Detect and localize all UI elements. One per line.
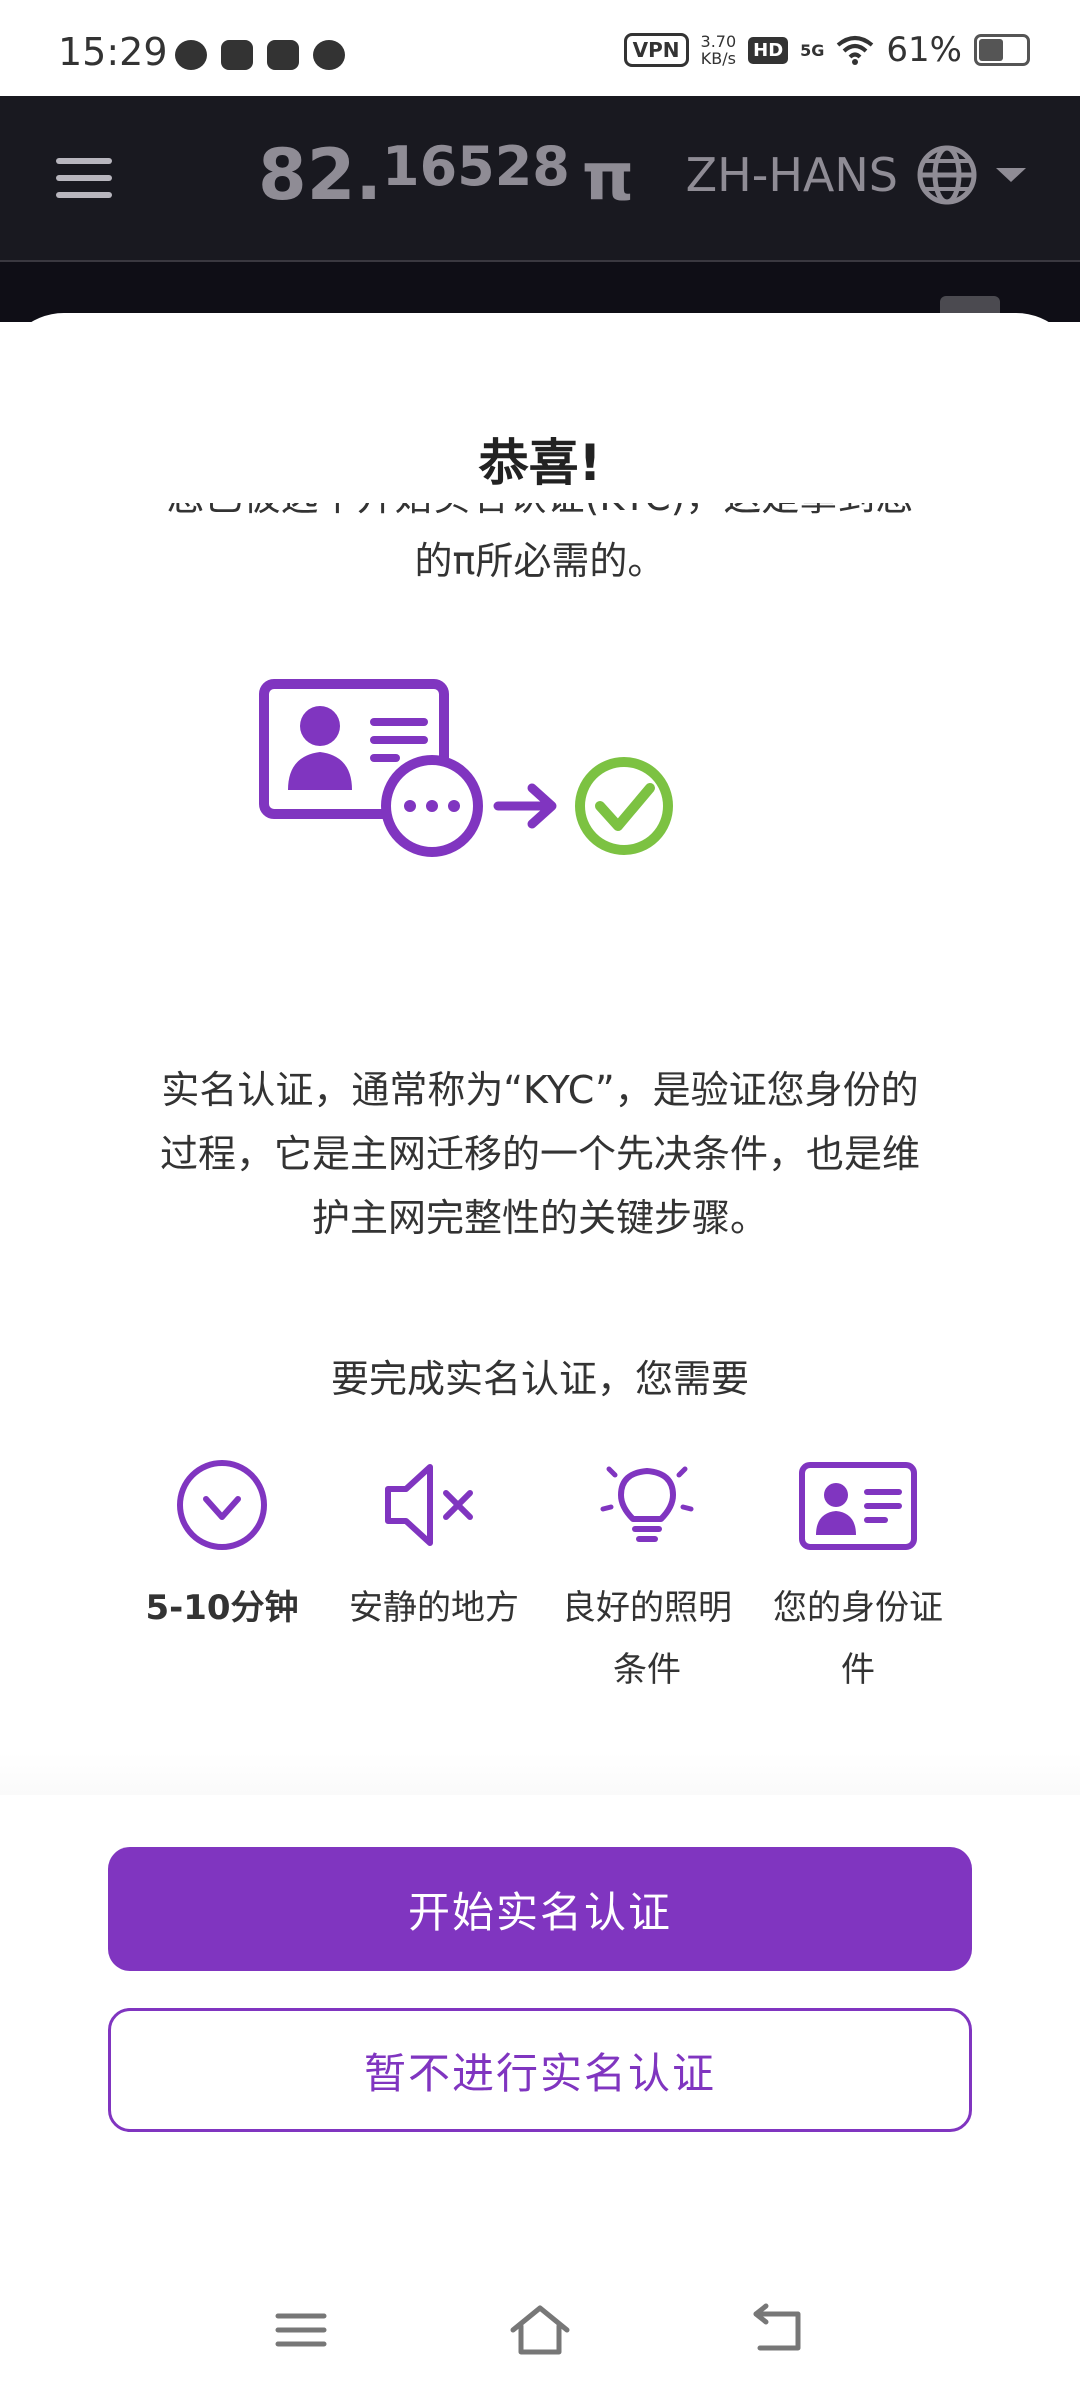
vpn-badge: VPN (623, 33, 689, 67)
status-time: 15:29 (58, 30, 168, 74)
requirement-label: 5-10分钟 (145, 1588, 299, 1628)
home-icon[interactable] (505, 2300, 575, 2360)
signal-icon: 5G (800, 40, 825, 60)
pi-balance: 82.16528 π (258, 134, 635, 216)
battery-percent: 61% (886, 30, 962, 70)
wifi-icon (837, 36, 874, 65)
notification-icons (175, 40, 345, 70)
kyc-illustration (259, 679, 673, 857)
chevron-down-icon (996, 168, 1026, 182)
network-speed: 3.70 KB/s (700, 32, 737, 68)
tiktok-icon (267, 40, 299, 70)
recents-icon[interactable] (266, 2300, 336, 2360)
language-selector[interactable]: ZH-HANS (686, 144, 1026, 206)
hd-badge: HD (748, 36, 789, 64)
pi-symbol: π (581, 138, 635, 215)
back-icon[interactable] (744, 2300, 814, 2360)
message-icon (313, 40, 345, 70)
kyc-description: 实名认证，通常称为“KYC”，是验证您身份的过程，它是主网迁移的一个先决条件，也… (160, 1068, 921, 1240)
requirement-label: 您的身份证件 (773, 1588, 943, 1690)
language-label: ZH-HANS (685, 148, 898, 202)
status-indicators: VPN 3.70 KB/s HD 5G 61% (623, 30, 1030, 70)
skip-kyc-button[interactable]: 暂不进行实名认证 (108, 2008, 972, 2132)
start-kyc-button[interactable]: 开始实名认证 (108, 1847, 972, 1971)
wechat-icon (175, 40, 207, 70)
gallery-icon (221, 40, 253, 70)
requirement-label: 安静的地方 (349, 1588, 519, 1628)
arrow-right-icon (493, 783, 557, 829)
requirement-time: 5-10分钟 (137, 1455, 307, 1639)
speaker-muted-icon (385, 1464, 473, 1546)
pending-dots-icon (381, 755, 483, 857)
id-card-icon (799, 1462, 917, 1550)
system-nav-bar (0, 2280, 1080, 2400)
clock-icon (177, 1460, 267, 1550)
globe-icon (917, 145, 977, 205)
battery-icon (974, 34, 1030, 66)
requirements-lead: 要完成实名认证，您需要 (330, 1357, 749, 1401)
modal-intro: 您已被选中开始实名认证(KYC)，这是拿到您的π所必需的。 (167, 503, 914, 583)
app-header: 82.16528 π ZH-HANS (0, 96, 1080, 263)
requirement-quiet: 安静的地方 (349, 1455, 519, 1639)
menu-icon[interactable] (56, 158, 112, 198)
checkmark-icon (575, 757, 673, 855)
requirement-label: 良好的照明条件 (562, 1588, 732, 1690)
requirement-lighting: 良好的照明条件 (562, 1455, 732, 1701)
status-bar: 15:29 VPN 3.70 KB/s HD 5G 61% (0, 0, 1080, 96)
requirement-id: 您的身份证件 (773, 1455, 943, 1701)
modal-title: 恭喜! (478, 434, 602, 492)
lightbulb-icon (600, 1466, 694, 1542)
